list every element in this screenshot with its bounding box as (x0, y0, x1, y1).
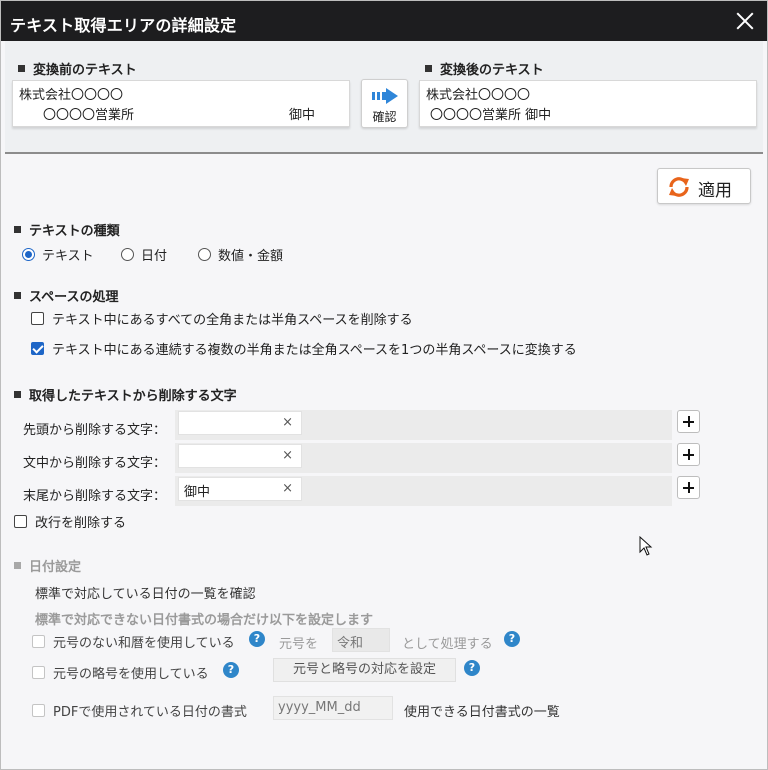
text-type-heading: テキストの種類 (14, 220, 120, 239)
checkbox-remove-all-spaces[interactable]: テキスト中にあるすべての全角または半角スペースを削除する (31, 309, 413, 328)
radio-unselected-icon (198, 248, 211, 261)
before-line2-left: 〇〇〇〇営業所 (43, 108, 135, 123)
square-bullet-icon (14, 562, 21, 569)
checkbox-icon (32, 666, 45, 679)
settings-dialog: テキスト取得エリアの詳細設定 変換前のテキスト 株式会社〇〇〇〇 〇〇〇〇営業所… (0, 0, 768, 770)
era-select[interactable]: 令和 (332, 628, 390, 652)
mouse-cursor-icon (639, 536, 653, 556)
checkbox-pdf-format[interactable]: PDFで使用されている日付の書式 (32, 701, 247, 720)
remove-heading: 取得したテキストから削除する文字 (14, 385, 237, 404)
remove-middle-input[interactable]: × (178, 444, 302, 468)
checkbox-icon (32, 704, 45, 717)
before-text-box: 株式会社〇〇〇〇 〇〇〇〇営業所 御中 (12, 80, 350, 127)
checkbox-icon (14, 515, 27, 528)
remove-middle-label: 文中から削除する文字： (23, 456, 167, 471)
checkbox-no-era[interactable]: 元号のない和暦を使用している (32, 632, 235, 651)
before-line2-right: 御中 (289, 108, 316, 123)
date-formats-link[interactable]: 使用できる日付書式の一覧 (404, 701, 560, 720)
add-trailing-button[interactable] (677, 476, 700, 499)
dialog-title: テキスト取得エリアの詳細設定 (10, 16, 237, 35)
square-bullet-icon (425, 65, 432, 72)
checkbox-era-abbr[interactable]: 元号の略号を使用している (32, 663, 209, 682)
checkbox-collapse-spaces[interactable]: テキスト中にある連続する複数の半角または全角スペースを1つの半角スペースに変換す… (31, 339, 577, 358)
before-heading: 変換前のテキスト (18, 59, 137, 78)
arrow-right-icon (372, 88, 398, 104)
help-icon[interactable]: ? (249, 631, 265, 647)
radio-text[interactable]: テキスト (22, 245, 94, 264)
apply-button[interactable]: 適用 (657, 168, 751, 204)
refresh-icon (669, 177, 689, 197)
radio-date[interactable]: 日付 (121, 245, 167, 264)
after-line1: 株式会社〇〇〇〇 (426, 88, 531, 103)
add-leading-button[interactable] (677, 410, 700, 433)
era-abbr-mapping-button[interactable]: 元号と略号の対応を設定 (273, 658, 456, 682)
help-icon[interactable]: ? (223, 662, 239, 678)
clear-icon[interactable]: × (282, 481, 293, 496)
remove-trailing-label: 末尾から削除する文字： (23, 489, 167, 504)
radio-selected-icon (22, 248, 35, 261)
checkbox-icon (31, 312, 44, 325)
square-bullet-icon (14, 292, 21, 299)
after-text-box: 株式会社〇〇〇〇 〇〇〇〇営業所 御中 (419, 80, 757, 127)
radio-number[interactable]: 数値・金額 (198, 245, 283, 264)
title-bar: テキスト取得エリアの詳細設定 (1, 1, 767, 41)
confirm-button[interactable]: 確認 (361, 79, 408, 128)
close-icon[interactable] (733, 9, 757, 33)
preview-panel: 変換前のテキスト 株式会社〇〇〇〇 〇〇〇〇営業所 御中 確認 変換後のテキスト… (5, 41, 763, 154)
remove-leading-input[interactable]: × (178, 411, 302, 435)
square-bullet-icon (14, 226, 21, 233)
before-line1: 株式会社〇〇〇〇 (19, 88, 124, 103)
checkbox-icon (32, 635, 45, 648)
era-prefix: 元号を (279, 637, 319, 652)
space-heading: スペースの処理 (14, 286, 118, 305)
remove-leading-label: 先頭から削除する文字： (23, 423, 167, 438)
era-suffix: として処理する (402, 637, 493, 652)
after-heading: 変換後のテキスト (425, 59, 544, 78)
after-line2: 〇〇〇〇営業所 御中 (430, 108, 552, 123)
apply-label: 適用 (698, 181, 732, 201)
remove-trailing-input[interactable]: 御中 × (178, 477, 302, 501)
date-note: 標準で対応できない日付書式の場合だけ以下を設定します (35, 613, 374, 628)
square-bullet-icon (14, 391, 21, 398)
checkbox-checked-icon (31, 342, 44, 355)
clear-icon[interactable]: × (282, 448, 293, 463)
help-icon[interactable]: ? (464, 660, 480, 676)
add-middle-button[interactable] (677, 443, 700, 466)
pdf-format-input[interactable]: yyyy_MM_dd (273, 696, 393, 720)
radio-unselected-icon (121, 248, 134, 261)
square-bullet-icon (18, 65, 25, 72)
clear-icon[interactable]: × (282, 415, 293, 430)
standard-dates-link[interactable]: 標準で対応している日付の一覧を確認 (35, 583, 256, 602)
help-icon[interactable]: ? (504, 631, 520, 647)
date-heading: 日付設定 (14, 556, 81, 575)
checkbox-remove-newline[interactable]: 改行を削除する (14, 512, 126, 531)
confirm-label: 確認 (372, 110, 397, 124)
